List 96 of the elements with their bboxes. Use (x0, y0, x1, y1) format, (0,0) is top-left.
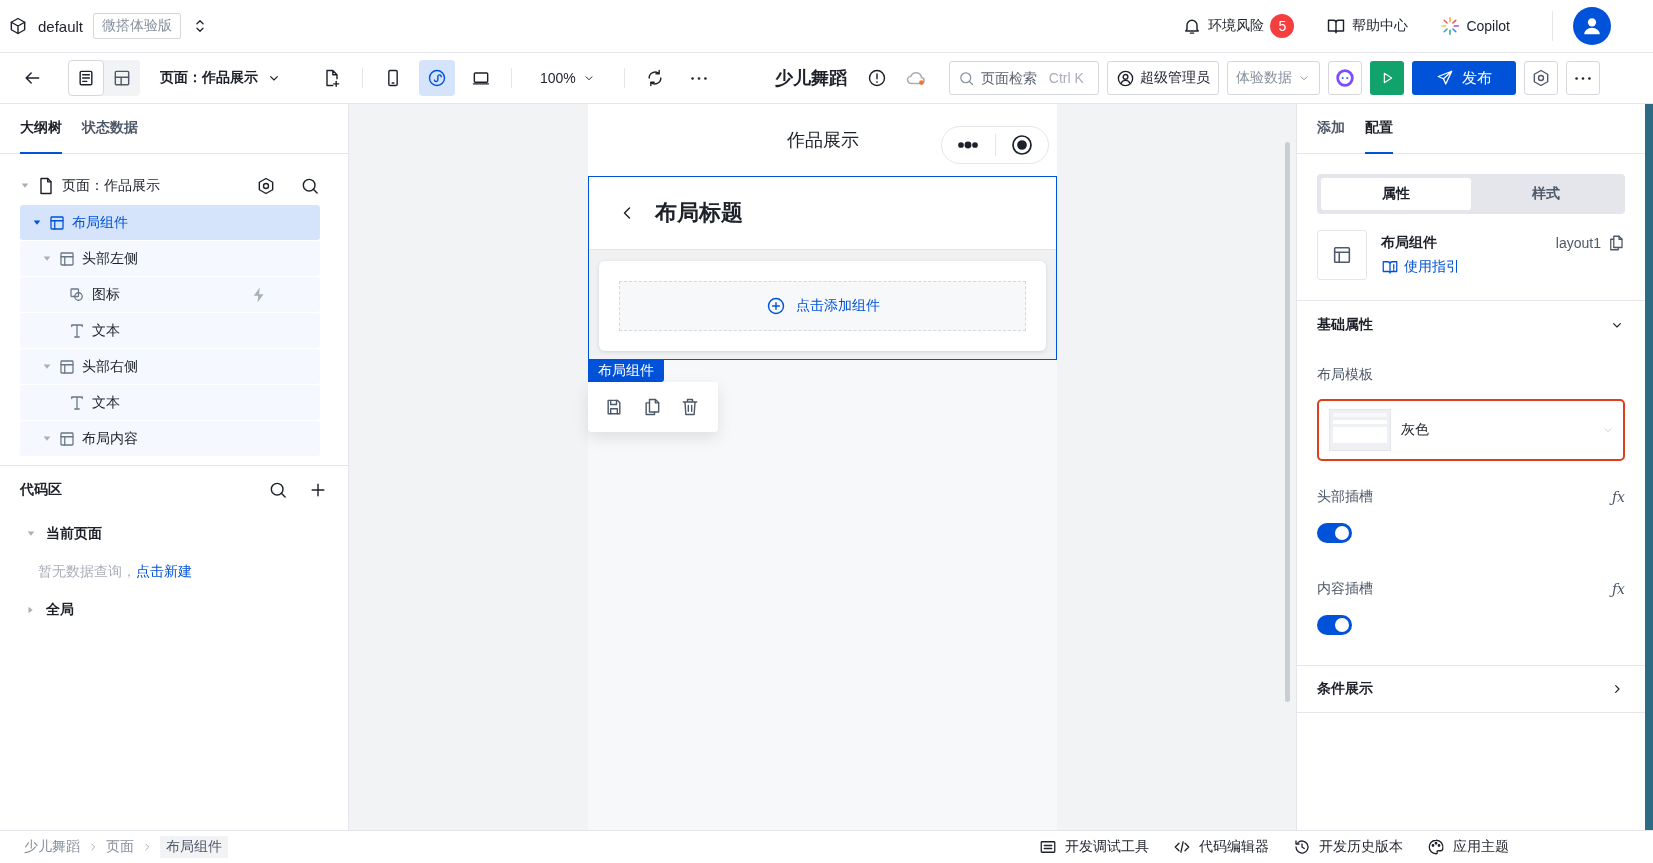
panel-tab[interactable]: 添加 (1317, 104, 1345, 154)
help-link[interactable]: 帮助中心 (1352, 17, 1409, 35)
book-icon[interactable] (1326, 16, 1347, 36)
palette-icon (1427, 838, 1445, 856)
layout-component[interactable]: 布局标题 点击添加组件 (588, 176, 1057, 360)
user-icon (1115, 68, 1135, 88)
section-title[interactable]: 基础属性 (1317, 316, 1373, 334)
component-name: 布局组件 (1381, 234, 1438, 252)
count-badge: 5 (1270, 14, 1295, 38)
field-label: 布局模板 (1317, 366, 1373, 384)
copy-icon[interactable] (642, 397, 662, 417)
app-name: 少儿舞蹈 (774, 67, 847, 90)
guide-link[interactable]: 使用指引 (1381, 258, 1542, 276)
selection-label: 布局组件 (588, 360, 664, 382)
panel-tab[interactable]: 状态数据 (82, 104, 138, 154)
text-icon (68, 393, 86, 412)
layout-icon (58, 357, 76, 376)
panel-tab[interactable]: 大纲树 (20, 104, 62, 154)
page-select[interactable]: 页面：作品展示 (160, 69, 282, 87)
search-icon[interactable] (268, 480, 288, 500)
status-tool[interactable]: 应用主题 (1427, 838, 1509, 856)
code-icon (1173, 838, 1191, 856)
settings-icon[interactable] (256, 175, 276, 196)
sparkle-icon[interactable] (1440, 16, 1461, 36)
shapes-icon (68, 285, 86, 304)
section-title[interactable]: 条件展示 (1317, 680, 1373, 698)
field-label: 头部插槽 (1317, 488, 1373, 506)
segment-tab[interactable]: 样式 (1471, 178, 1621, 210)
breadcrumb-item[interactable]: 布局组件 (160, 836, 228, 858)
workspace-name[interactable]: default (38, 17, 84, 35)
save-icon[interactable] (604, 397, 624, 417)
plus-circle-icon (765, 296, 786, 316)
send-icon (1435, 69, 1454, 87)
text-icon (68, 321, 86, 340)
trash-icon[interactable] (680, 397, 700, 417)
tree-item[interactable]: 图标 (20, 277, 320, 312)
publish-button[interactable]: 发布 (1411, 61, 1516, 95)
group-label[interactable]: 全局 (46, 601, 74, 619)
document-icon (76, 68, 96, 88)
layout-icon (48, 213, 66, 232)
status-tool[interactable]: 开发调试工具 (1039, 838, 1149, 856)
layout-icon (58, 429, 76, 448)
tree-item[interactable]: 布局内容 (20, 421, 320, 456)
tree-item[interactable]: 文本 (20, 385, 320, 420)
risk-label[interactable]: 环境风险 (1208, 17, 1265, 35)
assistant-button[interactable] (1327, 61, 1362, 95)
tree-item[interactable]: 头部右侧 (20, 349, 320, 384)
settings-button[interactable] (1523, 61, 1558, 95)
zoom-select[interactable]: 100% (540, 70, 596, 86)
view-mode-button[interactable] (68, 60, 104, 96)
run-button[interactable] (1369, 61, 1404, 95)
section-title: 代码区 (20, 481, 63, 499)
layout-icon (112, 68, 132, 88)
copy-icon[interactable] (1607, 234, 1625, 252)
search-icon (957, 69, 975, 87)
target-icon[interactable] (1009, 133, 1034, 157)
toggle-switch[interactable] (1317, 523, 1352, 543)
role-button[interactable]: 超级管理员 (1106, 61, 1219, 95)
tree-item[interactable]: 文本 (20, 313, 320, 348)
page-title: 作品展示 (786, 129, 859, 152)
robot-icon (1333, 67, 1356, 89)
history-icon (1293, 838, 1311, 856)
layout-title: 布局标题 (655, 199, 743, 227)
template-thumbnail (1329, 409, 1391, 451)
layout-icon (58, 249, 76, 268)
status-tool[interactable]: 代码编辑器 (1173, 838, 1269, 856)
monitor-icon (1039, 838, 1057, 856)
formula-button[interactable]: ƒx (1611, 581, 1625, 597)
empty-message: 暂无数据查询， (38, 563, 136, 581)
create-link[interactable]: 点击新建 (136, 563, 192, 581)
edition-tag: 微搭体验版 (93, 13, 182, 39)
avatar-icon[interactable] (1573, 7, 1611, 45)
search-field[interactable]: 页面检索 (980, 70, 1043, 86)
copilot-link[interactable]: Copilot (1466, 18, 1510, 34)
more-icon (1574, 76, 1591, 80)
formula-button[interactable]: ƒx (1611, 489, 1625, 505)
more-icon (690, 76, 707, 80)
shortcut-hint: Ctrl K (1048, 70, 1084, 86)
panel-tab[interactable]: 配置 (1365, 104, 1393, 154)
template-select[interactable]: 灰色 (1317, 399, 1625, 461)
group-label[interactable]: 当前页面 (46, 525, 102, 543)
mini-program-icon (427, 68, 447, 88)
tree-item[interactable]: 页面：作品展示 (62, 176, 250, 195)
add-component-button[interactable]: 点击添加组件 (619, 281, 1026, 331)
segment-tab[interactable]: 属性 (1321, 178, 1471, 210)
alert-icon[interactable] (866, 68, 887, 88)
toggle-switch[interactable] (1317, 615, 1352, 635)
status-tool[interactable]: 开发历史版本 (1293, 838, 1403, 856)
tree-item[interactable]: 头部左侧 (20, 241, 320, 276)
component-id: layout1 (1555, 235, 1601, 251)
tree-item[interactable]: 布局组件 (20, 205, 320, 240)
scrollbar[interactable] (1285, 142, 1290, 702)
field-label: 内容插槽 (1317, 580, 1373, 598)
book-icon (1381, 258, 1399, 276)
layout-icon (1331, 244, 1353, 266)
cube-icon (8, 16, 28, 36)
